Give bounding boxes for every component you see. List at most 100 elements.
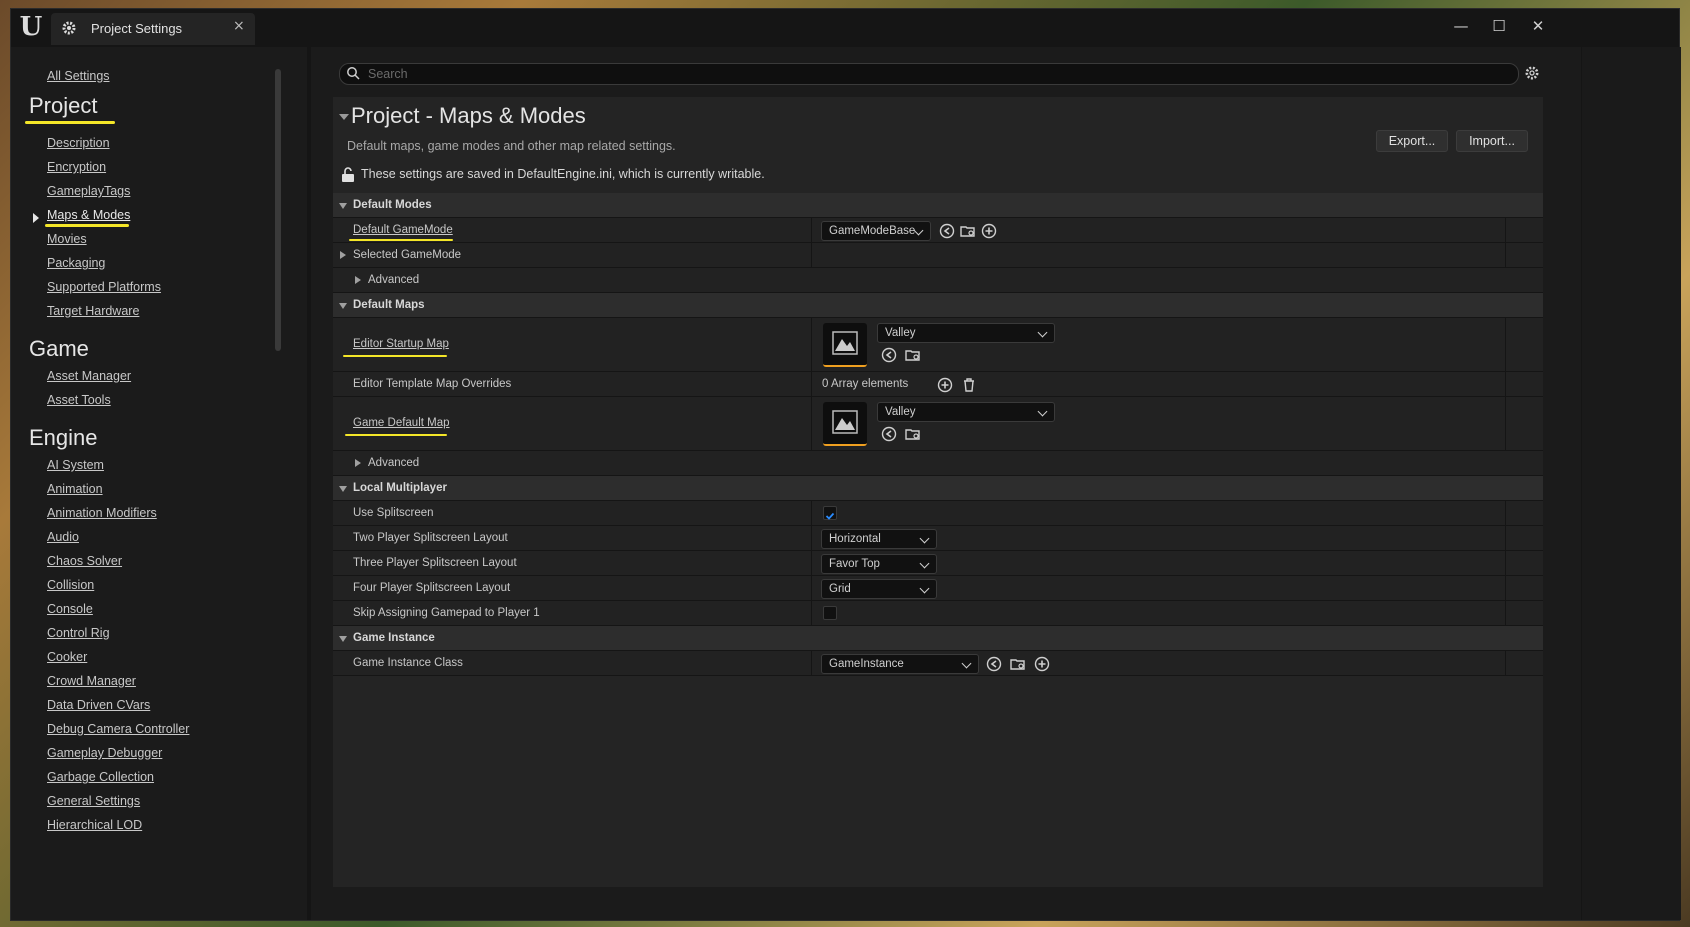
sidebar-item-animation[interactable]: Animation <box>47 482 103 496</box>
row-two-player-layout: Two Player Splitscreen Layout Horizontal <box>333 526 1543 551</box>
sidebar-item-control-rig[interactable]: Control Rig <box>47 626 110 640</box>
two-player-layout-combo[interactable]: Horizontal <box>821 529 937 549</box>
sidebar-item-maps-modes[interactable]: Maps & Modes <box>47 208 130 222</box>
add-element-icon[interactable] <box>937 377 953 393</box>
sidebar-item-data-driven-cvars[interactable]: Data Driven CVars <box>47 698 150 712</box>
advanced-label: Advanced <box>368 274 420 286</box>
highlight-mark <box>349 239 453 241</box>
sidebar-item-asset-tools[interactable]: Asset Tools <box>47 393 111 407</box>
collapse-arrow-icon[interactable] <box>339 114 349 120</box>
sidebar-item-packaging[interactable]: Packaging <box>47 256 105 270</box>
sidebar-item-general-settings[interactable]: General Settings <box>47 794 140 808</box>
minimize-button[interactable]: — <box>1447 17 1475 39</box>
category-label: Default Modes <box>353 199 432 211</box>
map-asset-icon <box>832 410 858 434</box>
skip-gamepad-label: Skip Assigning Gamepad to Player 1 <box>353 607 540 619</box>
close-window-button[interactable]: ✕ <box>1524 17 1552 39</box>
sidebar-item-all-settings[interactable]: All Settings <box>47 69 110 83</box>
use-splitscreen-label: Use Splitscreen <box>353 507 434 519</box>
row-advanced-maps[interactable]: Advanced <box>333 451 1543 476</box>
title-bar: U Project Settings × — ☐ ✕ <box>11 9 1679 47</box>
category-game-instance[interactable]: Game Instance <box>333 626 1543 651</box>
add-new-icon[interactable] <box>1034 656 1050 672</box>
category-default-modes[interactable]: Default Modes <box>333 193 1543 218</box>
sidebar-item-audio[interactable]: Audio <box>47 530 79 544</box>
row-game-default-map: Game Default Map Valley <box>333 397 1543 451</box>
expand-arrow-icon <box>339 636 347 642</box>
sidebar-item-hierarchical-lod[interactable]: Hierarchical LOD <box>47 818 142 832</box>
map-thumbnail[interactable] <box>823 323 867 367</box>
maximize-button[interactable]: ☐ <box>1485 17 1513 39</box>
game-default-map-combo[interactable]: Valley <box>877 402 1055 422</box>
four-player-layout-label: Four Player Splitscreen Layout <box>353 582 511 594</box>
four-player-layout-combo[interactable]: Grid <box>821 579 937 599</box>
category-default-maps[interactable]: Default Maps <box>333 293 1543 318</box>
tab-close-icon[interactable]: × <box>233 18 245 34</box>
category-local-multiplayer[interactable]: Local Multiplayer <box>333 476 1543 501</box>
editor-startup-map-combo[interactable]: Valley <box>877 323 1055 343</box>
use-splitscreen-checkbox[interactable] <box>823 506 837 520</box>
sidebar-item-gameplaytags[interactable]: GameplayTags <box>47 184 130 198</box>
view-options-gear-icon[interactable] <box>1524 65 1540 81</box>
browse-folder-icon[interactable] <box>1010 656 1026 672</box>
sidebar-item-movies[interactable]: Movies <box>47 232 87 246</box>
sidebar-item-animation-modifiers[interactable]: Animation Modifiers <box>47 506 157 520</box>
sidebar-heading-engine: Engine <box>29 425 98 450</box>
use-selected-icon[interactable] <box>881 347 897 363</box>
skip-gamepad-checkbox[interactable] <box>823 606 837 620</box>
row-selected-gamemode[interactable]: Selected GameMode <box>333 243 1543 268</box>
highlight-mark <box>45 224 129 227</box>
browse-folder-icon[interactable] <box>905 426 921 442</box>
sidebar-item-crowd-manager[interactable]: Crowd Manager <box>47 674 136 688</box>
three-player-layout-combo[interactable]: Favor Top <box>821 554 937 574</box>
sidebar-item-gameplay-debugger[interactable]: Gameplay Debugger <box>47 746 162 760</box>
combo-value: Horizontal <box>829 533 881 545</box>
sidebar-heading-project: Project <box>29 93 98 118</box>
settings-main-panel: Project - Maps & Modes Default maps, gam… <box>311 47 1581 920</box>
add-new-icon[interactable] <box>981 223 997 239</box>
sidebar-item-asset-manager[interactable]: Asset Manager <box>47 369 131 383</box>
sidebar-item-console[interactable]: Console <box>47 602 93 616</box>
map-thumbnail[interactable] <box>823 402 867 446</box>
sidebar-item-debug-camera-controller[interactable]: Debug Camera Controller <box>47 722 189 736</box>
sidebar-item-supported-platforms[interactable]: Supported Platforms <box>47 280 161 294</box>
sidebar-item-encryption[interactable]: Encryption <box>47 160 106 174</box>
game-instance-class-combo[interactable]: GameInstance <box>821 654 979 674</box>
tab-project-settings[interactable]: Project Settings × <box>51 13 255 45</box>
sidebar-item-garbage-collection[interactable]: Garbage Collection <box>47 770 154 784</box>
browse-folder-icon[interactable] <box>905 347 921 363</box>
search-input[interactable] <box>366 65 1500 83</box>
selected-arrow-icon <box>33 213 39 223</box>
sidebar-item-target-hardware[interactable]: Target Hardware <box>47 304 139 318</box>
row-advanced-modes[interactable]: Advanced <box>333 268 1543 293</box>
browse-folder-icon[interactable] <box>960 223 976 239</box>
editor-template-overrides-label: Editor Template Map Overrides <box>353 378 512 390</box>
map-asset-icon <box>832 331 858 355</box>
row-game-instance-class: Game Instance Class GameInstance <box>333 651 1543 676</box>
row-editor-template-overrides: Editor Template Map Overrides 0 Array el… <box>333 372 1543 397</box>
use-selected-icon[interactable] <box>986 656 1002 672</box>
sidebar-item-cooker[interactable]: Cooker <box>47 650 87 664</box>
default-gamemode-combo[interactable]: GameModeBase <box>821 221 931 241</box>
category-label: Default Maps <box>353 299 425 311</box>
sidebar-item-chaos-solver[interactable]: Chaos Solver <box>47 554 122 568</box>
array-count: 0 Array elements <box>822 378 909 390</box>
editor-startup-map-label: Editor Startup Map <box>353 338 449 350</box>
use-selected-icon[interactable] <box>881 426 897 442</box>
page-description: Default maps, game modes and other map r… <box>347 139 676 153</box>
sidebar-item-collision[interactable]: Collision <box>47 578 94 592</box>
sidebar-item-description[interactable]: Description <box>47 136 110 150</box>
game-default-map-label: Game Default Map <box>353 417 450 429</box>
row-editor-startup-map: Editor Startup Map Valley <box>333 318 1543 372</box>
search-icon <box>347 67 360 80</box>
export-button[interactable]: Export... <box>1376 130 1448 152</box>
import-button[interactable]: Import... <box>1456 130 1528 152</box>
combo-value: GameModeBase <box>829 225 916 237</box>
use-selected-icon[interactable] <box>939 223 955 239</box>
checkmark-icon <box>825 512 835 520</box>
sidebar-item-ai-system[interactable]: AI System <box>47 458 104 472</box>
combo-value: Valley <box>885 406 916 418</box>
trash-icon[interactable] <box>961 377 977 393</box>
row-use-splitscreen: Use Splitscreen <box>333 501 1543 526</box>
sidebar-scrollbar[interactable] <box>275 69 281 351</box>
